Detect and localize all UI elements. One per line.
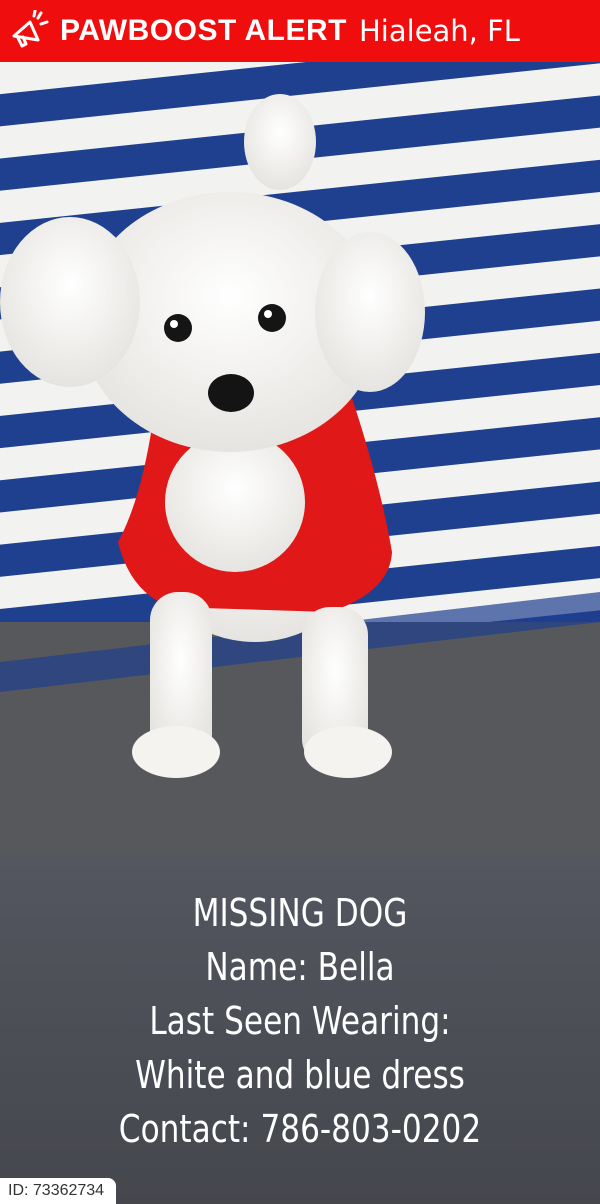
location-label: Hialeah, FL [359, 14, 520, 48]
info-panel: MISSING DOG Name: Bella Last Seen Wearin… [0, 856, 600, 1204]
alert-id-badge: ID: 73362734 [0, 1178, 117, 1204]
contact-text: Contact: 786-803-0202 [118, 1107, 482, 1151]
alert-header: PAWBOOST ALERT Hialeah, FL [0, 0, 600, 62]
megaphone-icon [12, 10, 49, 48]
pet-name: Name: Bella [205, 945, 395, 989]
brand-title: PAWBOOST ALERT [60, 14, 347, 47]
last-seen-text: Last Seen Wearing: White and blue dress [135, 999, 465, 1097]
pet-photo [0, 62, 600, 856]
missing-heading: MISSING DOG [192, 891, 408, 935]
